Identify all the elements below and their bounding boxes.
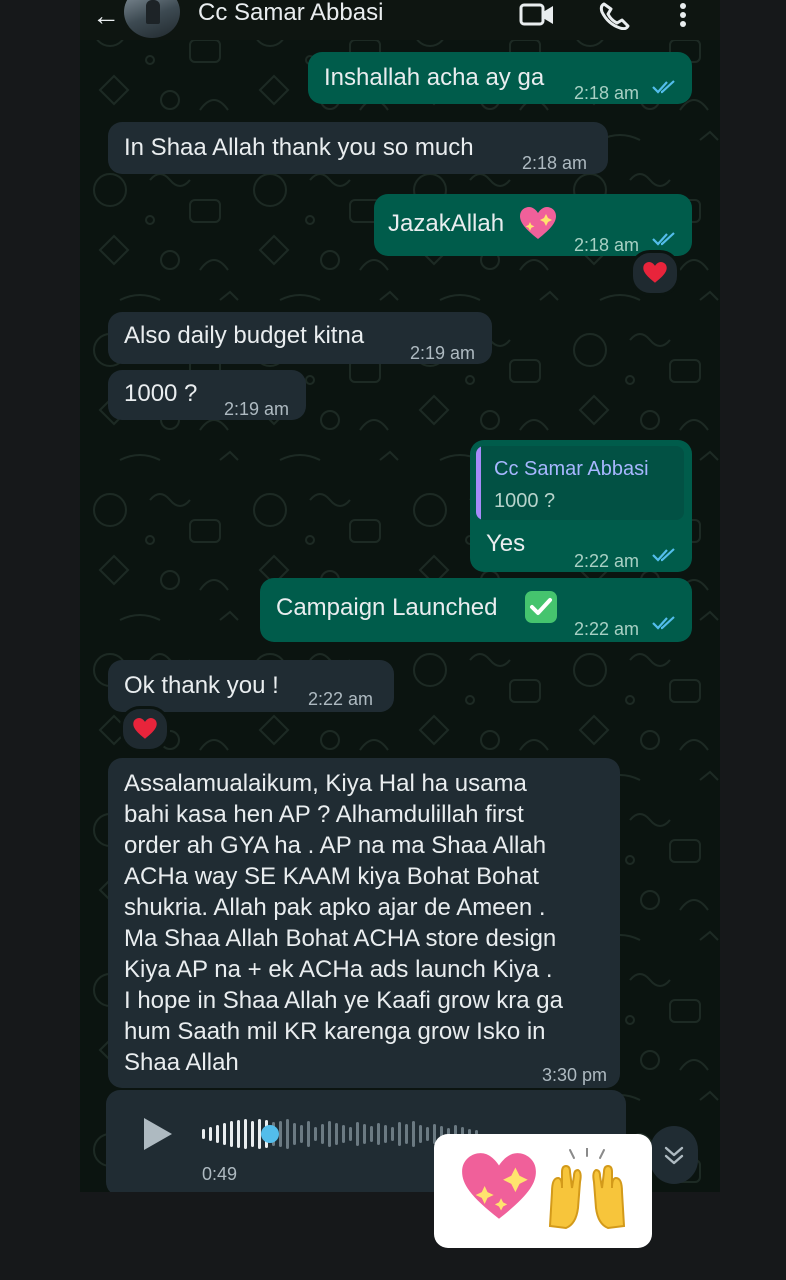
message-line: Assalamualaikum, Kiya Hal ha usama <box>124 770 527 797</box>
quoted-text: 1000 ? <box>494 490 556 512</box>
message-line: ACHa way SE KAAM kiya Bohat Bohat <box>124 863 539 890</box>
raising-hands-icon <box>548 1148 626 1230</box>
message-text: Inshallah acha ay ga <box>324 64 545 91</box>
incoming-message[interactable]: 1000 ? 2:19 am <box>108 370 306 420</box>
message-line: shukria. Allah pak apko ajar de Ameen . <box>124 894 546 921</box>
message-time: 2:19 am <box>410 343 476 363</box>
play-icon[interactable] <box>140 1116 176 1152</box>
incoming-message[interactable]: Ok thank you ! 2:22 am <box>108 660 394 712</box>
message-text: Campaign Launched <box>276 594 498 621</box>
message-line: Ma Shaa Allah Bohat ACHA store design <box>124 925 557 952</box>
outgoing-reply-message[interactable]: Cc Samar Abbasi 1000 ? Yes 2:22 am <box>470 440 692 572</box>
contact-avatar[interactable] <box>124 0 180 38</box>
message-time: 2:22 am <box>574 619 640 639</box>
incoming-message[interactable]: In Shaa Allah thank you so much 2:18 am <box>108 122 608 174</box>
read-receipt-icon <box>652 548 675 562</box>
video-call-icon[interactable] <box>518 2 556 28</box>
message-text: Yes <box>486 530 526 557</box>
double-chevron-down-icon <box>664 1146 684 1165</box>
read-receipt-icon <box>652 232 675 246</box>
quoted-message[interactable]: Cc Samar Abbasi 1000 ? <box>476 446 684 520</box>
voice-call-icon[interactable] <box>598 2 632 30</box>
message-line: Kiya AP na + ek ACHa ads launch Kiya . <box>124 956 553 983</box>
message-time: 3:30 pm <box>542 1065 608 1085</box>
voice-progress-handle[interactable] <box>261 1125 279 1143</box>
emoji-sticker-overlay <box>434 1134 652 1248</box>
contact-name[interactable]: Cc Samar Abbasi <box>198 0 383 26</box>
message-line: I hope in Shaa Allah ye Kaafi grow kra g… <box>124 987 563 1014</box>
message-text: JazakAllah <box>388 210 505 237</box>
read-receipt-icon <box>652 80 675 94</box>
message-text: 1000 ? <box>124 380 198 407</box>
message-text: In Shaa Allah thank you so much <box>124 134 474 161</box>
scroll-to-bottom-button[interactable] <box>650 1126 698 1184</box>
message-line: Shaa Allah <box>124 1049 239 1076</box>
message-time: 2:18 am <box>522 153 588 173</box>
incoming-message[interactable]: Also daily budget kitna 2:19 am <box>108 312 492 364</box>
chat-screen: ← Cc Samar Abbasi Inshallah acha ay ga 2… <box>80 0 720 1192</box>
quoted-sender: Cc Samar Abbasi <box>494 458 649 480</box>
message-line: bahi kasa hen AP ? Alhamdulillah first <box>124 801 524 828</box>
message-text: Also daily budget kitna <box>124 322 365 349</box>
sparkling-heart-icon <box>462 1153 536 1219</box>
message-reaction[interactable] <box>630 250 680 296</box>
message-time: 2:22 am <box>308 689 374 709</box>
message-line: hum Saath mil KR karenga grow Isko in <box>124 1018 546 1045</box>
message-reaction[interactable] <box>120 706 170 752</box>
red-heart-icon <box>643 261 667 283</box>
back-arrow-icon[interactable]: ← <box>92 2 120 30</box>
outgoing-message[interactable]: Campaign Launched 2:22 am <box>260 578 692 642</box>
red-heart-icon <box>133 717 157 739</box>
message-time: 2:22 am <box>574 551 640 571</box>
outgoing-message[interactable]: Inshallah acha ay ga 2:18 am <box>308 52 692 104</box>
voice-duration: 0:49 <box>202 1164 238 1184</box>
chat-header: ← Cc Samar Abbasi <box>80 0 720 40</box>
check-mark-button-icon <box>525 591 557 623</box>
sparkling-heart-icon <box>520 207 556 239</box>
message-line: order ah GYA ha . AP na ma Shaa Allah <box>124 832 547 859</box>
read-receipt-icon <box>652 616 675 630</box>
more-options-icon[interactable] <box>676 2 690 30</box>
incoming-long-message[interactable]: Assalamualaikum, Kiya Hal ha usama bahi … <box>108 758 620 1088</box>
message-time: 2:19 am <box>224 399 290 419</box>
message-time: 2:18 am <box>574 235 640 255</box>
outgoing-message[interactable]: JazakAllah 2:18 am <box>374 194 692 256</box>
message-text: Ok thank you ! <box>124 672 279 699</box>
message-time: 2:18 am <box>574 83 640 103</box>
